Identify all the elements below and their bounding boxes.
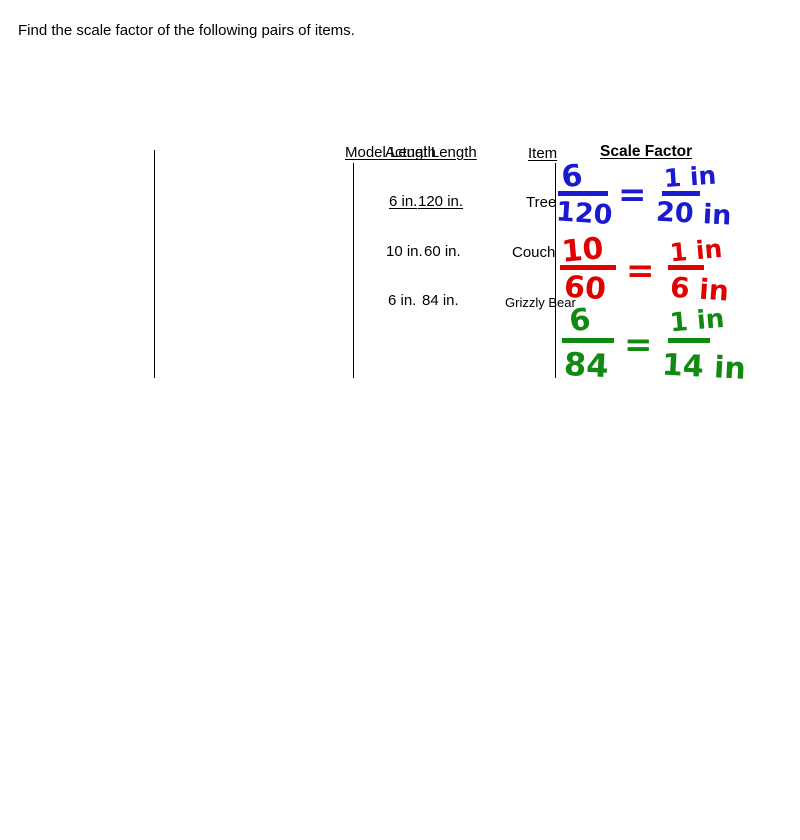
handwritten-annotation-grizzly-bear: 6 84 = 1 in 14 in <box>558 300 753 388</box>
annotation-equals: = <box>624 325 653 365</box>
fraction-bar <box>562 338 614 343</box>
annotation-equals: = <box>618 175 647 215</box>
page-title: Find the scale factor of the following p… <box>18 22 355 39</box>
table-row: 120 in. <box>418 193 464 210</box>
annotation-answer-numerator: 1 in <box>669 304 726 339</box>
table-row: Couch <box>512 244 556 261</box>
handwriting-strokes-green: 6 84 = 1 in 14 in <box>562 302 747 387</box>
annotation-answer-denominator: 14 in <box>661 348 747 387</box>
table-row: 6 in. <box>389 193 418 210</box>
annotation-equals: = <box>626 251 655 291</box>
fraction-bar <box>668 338 710 343</box>
worksheet-slide: Find the scale factor of the following p… <box>0 0 800 840</box>
column-header-actual-length: Actual Length <box>385 144 477 161</box>
handwriting-svg-green: 6 84 = 1 in 14 in <box>562 302 747 387</box>
annotation-answer-denominator: 20 in <box>655 197 732 232</box>
handwriting-strokes-red: 10 60 = 1 in 6 in <box>560 231 730 308</box>
annotation-numerator: 6 <box>567 302 593 340</box>
annotation-denominator: 84 <box>563 345 609 385</box>
table-row: Tree <box>526 194 557 211</box>
fraction-bar <box>662 191 700 196</box>
table-row: 6 in. <box>388 292 417 309</box>
fraction-bar <box>668 265 704 270</box>
handwriting-svg-blue: 6 120 = 1 in 20 in <box>555 158 732 232</box>
handwritten-annotation-couch: 10 60 = 1 in 6 in <box>560 231 750 310</box>
handwritten-annotation-tree: 6 120 = 1 in 20 in <box>555 158 746 238</box>
annotation-numerator: 10 <box>560 231 605 270</box>
table-divider-middle <box>353 163 354 378</box>
handwriting-strokes-blue: 6 120 = 1 in 20 in <box>555 158 732 232</box>
table-divider-left <box>154 150 155 378</box>
annotation-numerator: 6 <box>559 158 585 196</box>
table-row: 10 in. <box>386 243 423 260</box>
annotation-denominator: 120 <box>555 196 613 231</box>
table-row: 60 in. <box>424 243 461 260</box>
annotation-answer-numerator: 1 in <box>663 161 717 194</box>
annotation-answer-numerator: 1 in <box>669 234 724 267</box>
column-header-scale-factor: Scale Factor <box>600 143 693 160</box>
fraction-bar <box>558 191 608 196</box>
column-header-item: Item <box>528 145 558 162</box>
table-row: 84 in. <box>422 292 459 309</box>
handwriting-svg-red: 10 60 = 1 in 6 in <box>560 231 730 308</box>
